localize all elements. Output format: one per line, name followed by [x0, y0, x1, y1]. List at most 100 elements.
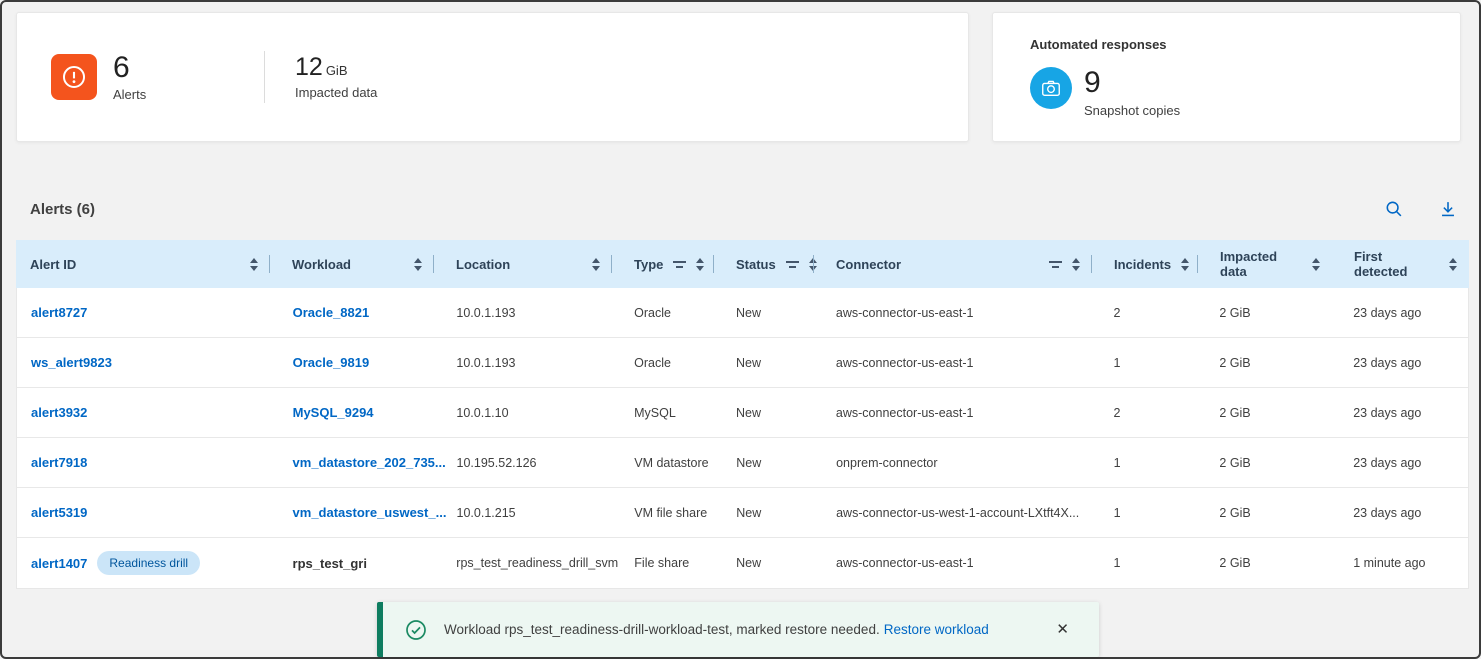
table-toolbar: Alerts (6)	[16, 192, 1469, 226]
cell-workload: MySQL_9294	[271, 405, 435, 420]
column-header-location[interactable]: Location	[434, 240, 612, 288]
sort-arrows-icon[interactable]	[1181, 258, 1189, 271]
table-row: ws_alert9823 Oracle_9819 10.0.1.193 Orac…	[17, 338, 1468, 388]
column-label: Type	[634, 257, 663, 272]
table-row: alert3932 MySQL_9294 10.0.1.10 MySQL New…	[17, 388, 1468, 438]
cell-connector: aws-connector-us-east-1	[814, 556, 1092, 570]
alerts-count: 6	[113, 52, 146, 84]
automated-responses-card: Automated responses 9 Snapshot copies	[992, 12, 1461, 142]
cell-location: rps_test_readiness_drill_svm	[434, 556, 612, 570]
cell-workload: vm_datastore_202_735...	[271, 455, 435, 470]
cell-location: 10.0.1.10	[434, 406, 612, 420]
cell-incidents: 1	[1092, 456, 1198, 470]
cell-impacted-data: 2 GiB	[1197, 556, 1331, 570]
cell-impacted-data: 2 GiB	[1197, 356, 1331, 370]
workload-link[interactable]: vm_datastore_uswest_...	[293, 505, 447, 520]
impacted-data-metric: 12GiB Impacted data	[265, 54, 377, 99]
column-header-alert-id[interactable]: Alert ID	[16, 240, 270, 288]
cell-workload: rps_test_gri	[271, 556, 435, 571]
cell-status: New	[714, 356, 814, 370]
download-icon[interactable]	[1437, 198, 1459, 220]
cell-connector: aws-connector-us-east-1	[814, 356, 1092, 370]
column-label: Alert ID	[30, 257, 76, 272]
cell-workload: vm_datastore_uswest_...	[271, 505, 435, 520]
impacted-data-label: Impacted data	[295, 85, 377, 100]
alert-id-link[interactable]: alert5319	[31, 505, 87, 520]
cell-impacted-data: 2 GiB	[1197, 506, 1331, 520]
sort-arrows-icon[interactable]	[1449, 258, 1457, 271]
sort-arrows-icon[interactable]	[592, 258, 600, 271]
automated-responses-title: Automated responses	[1030, 37, 1460, 52]
cell-workload: Oracle_8821	[271, 305, 435, 320]
cell-alert-id: ws_alert9823	[17, 355, 271, 370]
column-header-workload[interactable]: Workload	[270, 240, 434, 288]
column-label: Status	[736, 257, 776, 272]
table-row: alert8727 Oracle_8821 10.0.1.193 Oracle …	[17, 288, 1468, 338]
column-label: First detected	[1354, 249, 1439, 279]
filter-icon[interactable]	[786, 261, 799, 268]
column-label: Incidents	[1114, 257, 1171, 272]
cell-status: New	[714, 456, 814, 470]
cell-connector: aws-connector-us-west-1-account-LXtft4X.…	[814, 506, 1091, 520]
cell-status: New	[714, 506, 814, 520]
impacted-data-value: 12	[295, 53, 323, 81]
cell-alert-id: alert1407 Readiness drill	[17, 551, 271, 575]
workload-link[interactable]: vm_datastore_202_735...	[293, 455, 446, 470]
restore-workload-link[interactable]: Restore workload	[884, 622, 989, 637]
cell-first-detected: 23 days ago	[1331, 506, 1468, 520]
workload-link[interactable]: Oracle_9819	[293, 355, 370, 370]
cell-connector: onprem-connector	[814, 456, 1091, 470]
column-header-type[interactable]: Type	[612, 240, 714, 288]
check-circle-icon	[405, 619, 427, 641]
alerts-table-section: Alerts (6) Alert ID Workload Location Ty…	[16, 192, 1469, 589]
alert-id-link[interactable]: alert7918	[31, 455, 87, 470]
cell-status: New	[714, 556, 814, 570]
alerts-summary-card: 6 Alerts 12GiB Impacted data	[16, 12, 969, 142]
alert-id-link[interactable]: alert8727	[31, 305, 87, 320]
table-row: alert1407 Readiness drill rps_test_gri r…	[17, 538, 1468, 588]
cell-first-detected: 23 days ago	[1331, 406, 1468, 420]
cell-status: New	[714, 406, 814, 420]
sort-arrows-icon[interactable]	[1072, 258, 1080, 271]
table-header-row: Alert ID Workload Location Type Status C…	[16, 240, 1469, 288]
cell-incidents: 2	[1091, 306, 1197, 320]
cell-incidents: 1	[1092, 506, 1198, 520]
alerts-metric: 6 Alerts	[17, 52, 264, 103]
cell-incidents: 1	[1092, 556, 1198, 570]
alert-exclamation-icon	[51, 54, 97, 100]
sort-arrows-icon[interactable]	[250, 258, 258, 271]
snapshot-metric: 9 Snapshot copies	[1030, 67, 1460, 118]
column-label: Connector	[836, 257, 901, 272]
column-header-connector[interactable]: Connector	[814, 240, 1092, 288]
summary-cards: 6 Alerts 12GiB Impacted data Automated r…	[16, 12, 1461, 142]
cell-status: New	[714, 306, 814, 320]
table-row: alert5319 vm_datastore_uswest_... 10.0.1…	[17, 488, 1468, 538]
readiness-drill-badge: Readiness drill	[97, 551, 200, 575]
cell-location: 10.195.52.126	[435, 456, 613, 470]
alert-id-link[interactable]: alert1407	[31, 556, 87, 571]
close-icon[interactable]: ✕	[1056, 622, 1069, 637]
alert-id-link[interactable]: alert3932	[31, 405, 87, 420]
alert-id-link[interactable]: ws_alert9823	[31, 355, 112, 370]
column-header-incidents[interactable]: Incidents	[1092, 240, 1198, 288]
cell-first-detected: 23 days ago	[1331, 456, 1468, 470]
sort-arrows-icon[interactable]	[1312, 258, 1320, 271]
column-header-status[interactable]: Status	[714, 240, 814, 288]
filter-icon[interactable]	[1049, 261, 1062, 268]
sort-arrows-icon[interactable]	[414, 258, 422, 271]
column-header-first-detected[interactable]: First detected	[1332, 240, 1469, 288]
cell-incidents: 2	[1091, 406, 1197, 420]
snapshot-count: 9	[1084, 67, 1180, 99]
column-header-impacted-data[interactable]: Impacted data	[1198, 240, 1332, 288]
table-body: alert8727 Oracle_8821 10.0.1.193 Oracle …	[16, 288, 1469, 589]
sort-arrows-icon[interactable]	[696, 258, 704, 271]
toast-notification: Workload rps_test_readiness-drill-worklo…	[377, 602, 1099, 657]
search-icon[interactable]	[1383, 198, 1405, 220]
cell-incidents: 1	[1091, 356, 1197, 370]
cell-location: 10.0.1.215	[435, 506, 613, 520]
filter-icon[interactable]	[673, 261, 686, 268]
workload-link[interactable]: Oracle_8821	[293, 305, 370, 320]
cell-first-detected: 1 minute ago	[1331, 556, 1468, 570]
cell-impacted-data: 2 GiB	[1197, 456, 1331, 470]
workload-link[interactable]: MySQL_9294	[293, 405, 374, 420]
